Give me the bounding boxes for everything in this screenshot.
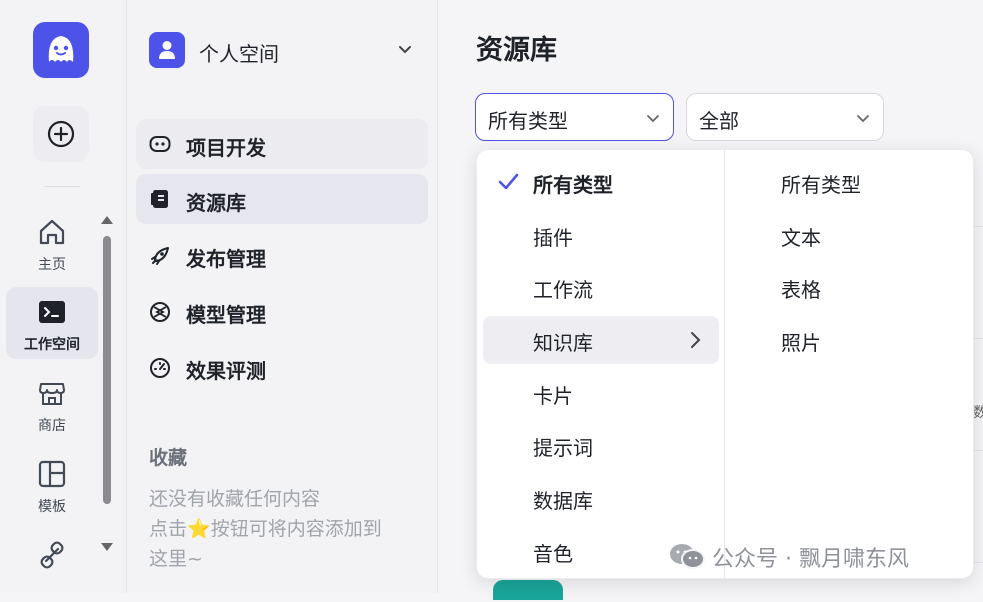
- rail-item-plugins[interactable]: [6, 530, 98, 602]
- type-option-database[interactable]: 数据库: [483, 474, 719, 522]
- gauge-icon: [150, 358, 170, 378]
- rail-item-label: 商店: [38, 418, 66, 434]
- favorites-empty-pre: 点击: [149, 518, 188, 540]
- scroll-up-arrow[interactable]: [101, 216, 113, 224]
- star-icon: ⭐: [187, 518, 211, 540]
- knowledge-option-photo[interactable]: 照片: [735, 316, 965, 364]
- knowledge-option-table[interactable]: 表格: [735, 263, 965, 311]
- link-icon: [40, 541, 64, 569]
- table-row-divider: [973, 226, 983, 227]
- chevron-down-icon[interactable]: [397, 42, 413, 58]
- favorites-heading: 收藏: [149, 447, 188, 469]
- template-icon: [38, 460, 66, 488]
- create-resource-button[interactable]: [493, 580, 563, 600]
- table-row-divider: [973, 450, 983, 451]
- store-icon: [39, 383, 65, 405]
- favorites-empty-line: 这里~: [149, 548, 203, 570]
- favorites-empty-post: 按钮可将内容添加到: [210, 518, 382, 540]
- rail-divider: [44, 186, 80, 187]
- rail-item-home[interactable]: 主页: [6, 207, 98, 279]
- option-label: 插件: [533, 226, 573, 250]
- wechat-icon: [670, 544, 705, 569]
- nav-item-label: 发布管理: [186, 247, 266, 271]
- nav-item-evaluation[interactable]: 效果评测: [136, 342, 428, 392]
- rail-item-label: 模板: [38, 499, 66, 515]
- favorites-empty-line: 还没有收藏任何内容: [149, 488, 321, 510]
- type-option-prompt[interactable]: 提示词: [483, 421, 719, 469]
- favorites-empty-line: 点击⭐按钮可将内容添加到: [149, 514, 429, 544]
- option-label: 音色: [533, 542, 573, 566]
- nav-item-label: 项目开发: [186, 136, 266, 160]
- option-label: 文本: [781, 226, 821, 250]
- type-option-all[interactable]: 所有类型: [483, 158, 719, 206]
- rail-item-workspace[interactable]: 工作空间: [6, 287, 98, 359]
- user-icon: [159, 41, 175, 59]
- cascader-column-divider: [724, 150, 725, 578]
- checkmark-icon: [498, 173, 519, 190]
- option-label: 工作流: [533, 278, 593, 302]
- home-icon: [39, 219, 65, 245]
- nav-item-label: 效果评测: [186, 359, 266, 383]
- option-label: 照片: [781, 331, 821, 355]
- type-option-knowledge[interactable]: 知识库: [483, 316, 719, 364]
- watermark-text: 公众号 · 飘月啸东风: [712, 547, 909, 572]
- rail-item-templates[interactable]: 模板: [6, 449, 98, 521]
- icon-rail: 主页 工作空间 商店 模板: [0, 0, 127, 593]
- option-label: 数据库: [533, 489, 593, 513]
- create-button[interactable]: [33, 106, 89, 162]
- option-label: 提示词: [533, 436, 593, 460]
- option-label: 知识库: [533, 331, 593, 355]
- rail-item-label: 主页: [38, 257, 66, 273]
- type-option-card[interactable]: 卡片: [483, 369, 719, 417]
- nav-item-publish[interactable]: 发布管理: [136, 230, 428, 280]
- type-filter-value: 所有类型: [488, 109, 568, 133]
- knowledge-option-all[interactable]: 所有类型: [735, 158, 965, 206]
- workspace-nav-panel: 个人空间 项目开发 资源库 发布管理 模型管理 效果评测 收藏 还没有收藏任何内…: [127, 0, 438, 593]
- favorites-empty-text: 还没有收藏任何内容 点击⭐按钮可将内容添加到 这里~: [149, 484, 429, 574]
- chevron-down-icon: [647, 115, 659, 123]
- chevron-right-icon: [691, 332, 701, 348]
- table-row-divider: [973, 562, 983, 563]
- app-logo-icon[interactable]: [33, 22, 89, 78]
- option-label: 卡片: [533, 384, 573, 408]
- space-switcher-label[interactable]: 个人空间: [199, 38, 279, 67]
- type-cascader-dropdown: 所有类型 插件 工作流 知识库 卡片 提示词 数据库 音色 所有类型 文本 表格…: [476, 149, 974, 579]
- table-cell-partial: 数: [973, 405, 983, 421]
- model-icon: [150, 302, 170, 322]
- knowledge-option-text[interactable]: 文本: [735, 211, 965, 259]
- rail-scrollbar[interactable]: [103, 236, 111, 504]
- option-label: 所有类型: [533, 173, 613, 197]
- type-option-workflow[interactable]: 工作流: [483, 263, 719, 311]
- scope-filter-select[interactable]: 全部: [686, 93, 884, 141]
- type-option-plugin[interactable]: 插件: [483, 211, 719, 259]
- plus-circle-icon: [47, 120, 75, 148]
- rail-item-label: 工作空间: [24, 337, 80, 353]
- type-filter-select[interactable]: 所有类型: [475, 93, 674, 141]
- nav-item-label: 资源库: [186, 191, 246, 215]
- scroll-down-arrow[interactable]: [101, 543, 113, 551]
- scope-filter-value: 全部: [699, 109, 739, 133]
- page-title: 资源库: [476, 35, 557, 66]
- library-icon: [151, 190, 168, 208]
- nav-item-models[interactable]: 模型管理: [136, 286, 428, 336]
- option-label: 所有类型: [781, 173, 861, 197]
- table-row-divider: [973, 338, 983, 339]
- nav-item-library[interactable]: 资源库: [136, 174, 428, 224]
- space-avatar: [149, 32, 185, 68]
- chevron-down-icon: [857, 115, 869, 123]
- bot-icon: [149, 136, 171, 152]
- rail-item-store[interactable]: 商店: [6, 368, 98, 440]
- nav-item-projects[interactable]: 项目开发: [136, 119, 428, 169]
- terminal-icon: [39, 301, 65, 323]
- rocket-icon: [151, 247, 169, 265]
- option-label: 表格: [781, 278, 821, 302]
- nav-item-label: 模型管理: [186, 303, 266, 327]
